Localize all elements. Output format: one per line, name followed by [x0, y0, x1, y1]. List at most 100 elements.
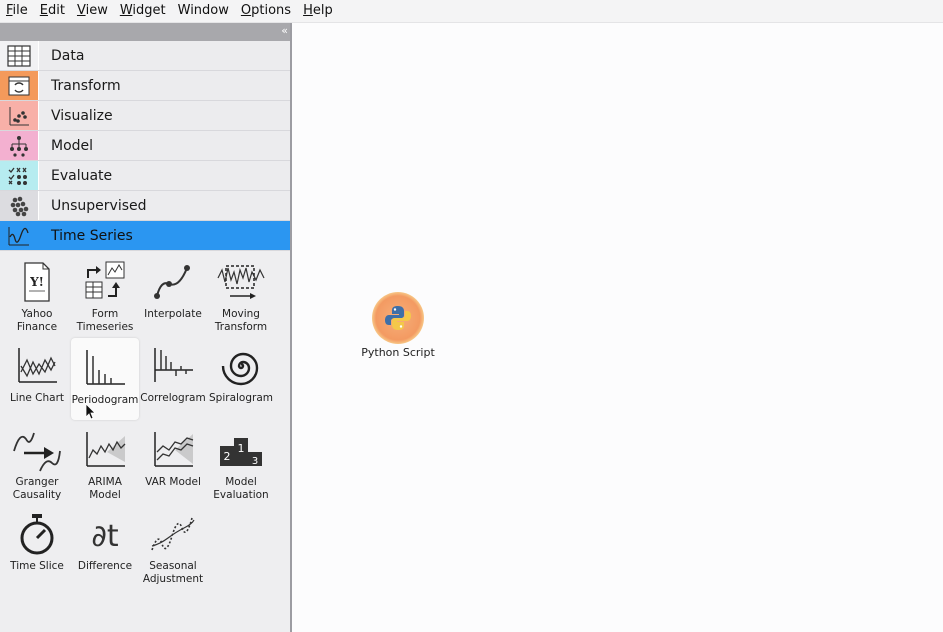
widget-interpolate[interactable]: Interpolate — [139, 252, 207, 334]
scatter-icon — [0, 101, 39, 130]
transform-icon — [0, 71, 39, 100]
menu-edit-label: dit — [48, 3, 65, 18]
difference-icon: ∂t — [79, 510, 131, 558]
seasonal-adjustment-icon — [147, 510, 199, 558]
menu-view[interactable]: View — [71, 0, 114, 22]
widget-arima-model-label-2: Model — [89, 489, 121, 501]
menu-file-label: ile — [12, 3, 28, 18]
menu-view-accel: V — [76, 3, 86, 18]
widget-interpolate-label-1: Interpolate — [144, 308, 202, 320]
widget-spiralogram[interactable]: Spiralogram — [207, 336, 275, 418]
menu-help[interactable]: Help — [297, 0, 339, 22]
menu-bar: File Edit View Widget Window Options Hel… — [0, 0, 943, 23]
widget-difference-label-1: Difference — [77, 560, 133, 572]
widget-correlogram[interactable]: Correlogram — [139, 336, 207, 418]
category-model-label: Model — [51, 137, 94, 154]
granger-causality-icon — [11, 426, 63, 474]
widget-granger-causality-label-2: Causality — [12, 489, 62, 501]
widget-granger-causality[interactable]: Granger Causality — [3, 420, 71, 502]
model-evaluation-icon: 12 3 — [215, 426, 267, 474]
menu-options-label: ptions — [251, 3, 292, 18]
category-evaluate[interactable]: Evaluate — [0, 161, 290, 191]
widget-yahoo-finance-label-1: Yahoo — [21, 308, 53, 320]
category-visualize-label: Visualize — [51, 107, 113, 124]
svg-text:Y!: Y! — [29, 275, 44, 289]
menu-widget[interactable]: Widget — [114, 0, 172, 22]
menu-edit[interactable]: Edit — [34, 0, 71, 22]
menu-widget-accel: W — [119, 3, 133, 18]
python-icon — [372, 292, 424, 344]
svg-text:1: 1 — [238, 442, 245, 455]
menu-options[interactable]: Options — [235, 0, 297, 22]
toolbox-collapse-bar[interactable]: « — [0, 23, 290, 41]
widget-arima-model[interactable]: ARIMA Model — [71, 420, 139, 502]
widget-time-slice[interactable]: Time Slice — [3, 504, 71, 586]
tree-icon — [0, 131, 39, 160]
widget-line-chart[interactable]: Line Chart — [3, 336, 71, 418]
menu-widget-label: idget — [132, 3, 166, 18]
category-transform-label: Transform — [51, 77, 121, 94]
menu-help-accel: H — [303, 3, 313, 18]
category-visualize[interactable]: Visualize — [0, 101, 290, 131]
widget-form-timeseries[interactable]: Form Timeseries — [71, 252, 139, 334]
mouse-cursor-icon — [85, 403, 97, 425]
widget-seasonal-adjustment-label-1: Seasonal — [149, 560, 197, 572]
menu-window[interactable]: Window — [172, 0, 235, 22]
widget-form-timeseries-label-1: Form — [91, 308, 119, 320]
widget-moving-transform-label-2: Transform — [214, 321, 268, 333]
widget-time-slice-label-1: Time Slice — [10, 560, 64, 572]
category-unsupervised-label: Unsupervised — [51, 197, 147, 214]
line-chart-icon — [11, 342, 63, 390]
widget-var-model-label-1: VAR Model — [145, 476, 201, 488]
menu-options-accel: O — [240, 3, 252, 18]
python-script-node[interactable]: Python Script — [356, 292, 440, 359]
widget-spiralogram-label-1: Spiralogram — [209, 392, 273, 404]
widget-model-evaluation[interactable]: 12 3 Model Evaluation — [207, 420, 275, 502]
collapse-chevron-icon[interactable]: « — [281, 24, 288, 37]
category-data-label: Data — [51, 47, 85, 64]
yahoo-finance-icon: Y! — [11, 258, 63, 306]
category-time-series-label: Time Series — [51, 227, 133, 244]
widget-seasonal-adjustment[interactable]: Seasonal Adjustment — [139, 504, 207, 586]
menu-help-label: elp — [312, 3, 333, 18]
category-model[interactable]: Model — [0, 131, 290, 161]
widget-model-evaluation-label-2: Evaluation — [213, 489, 269, 501]
widget-moving-transform-label-1: Moving — [222, 308, 260, 320]
form-timeseries-icon — [79, 258, 131, 306]
widget-seasonal-adjustment-label-2: Adjustment — [142, 573, 204, 585]
widget-line-chart-label-1: Line Chart — [9, 392, 65, 404]
widget-periodogram[interactable]: Periodogram — [71, 338, 139, 420]
correlogram-icon — [147, 342, 199, 390]
menu-window-label: Window — [177, 3, 229, 18]
menu-file[interactable]: File — [0, 0, 34, 22]
svg-text:3: 3 — [252, 456, 258, 467]
category-data[interactable]: Data — [0, 41, 290, 71]
widget-difference[interactable]: ∂t Difference — [71, 504, 139, 586]
arima-icon — [79, 426, 131, 474]
moving-transform-icon — [215, 258, 267, 306]
stopwatch-icon — [11, 510, 63, 558]
menu-edit-accel: E — [39, 3, 48, 18]
evaluate-icon — [0, 161, 39, 190]
widget-form-timeseries-label-2: Timeseries — [76, 321, 134, 333]
category-evaluate-label: Evaluate — [51, 167, 113, 184]
interpolate-icon — [147, 258, 199, 306]
svg-text:2: 2 — [224, 450, 231, 463]
category-transform[interactable]: Transform — [0, 71, 290, 101]
category-unsupervised[interactable]: Unsupervised — [0, 191, 290, 221]
widget-model-evaluation-label-1: Model — [225, 476, 257, 488]
widget-yahoo-finance[interactable]: Y! Yahoo Finance — [3, 252, 71, 334]
periodogram-icon — [79, 344, 131, 392]
widget-var-model[interactable]: VAR Model — [139, 420, 207, 502]
category-time-series[interactable]: Time Series — [0, 221, 290, 251]
widget-granger-causality-label-1: Granger — [15, 476, 59, 488]
spiralogram-icon — [215, 342, 267, 390]
widget-yahoo-finance-label-2: Finance — [16, 321, 58, 333]
clusters-icon — [0, 191, 39, 220]
var-model-icon — [147, 426, 199, 474]
widget-arima-model-label-1: ARIMA — [88, 476, 122, 488]
widget-correlogram-label-1: Correlogram — [140, 392, 206, 404]
timeseries-icon — [0, 221, 39, 250]
widget-moving-transform[interactable]: Moving Transform — [207, 252, 275, 334]
table-icon — [0, 41, 39, 70]
